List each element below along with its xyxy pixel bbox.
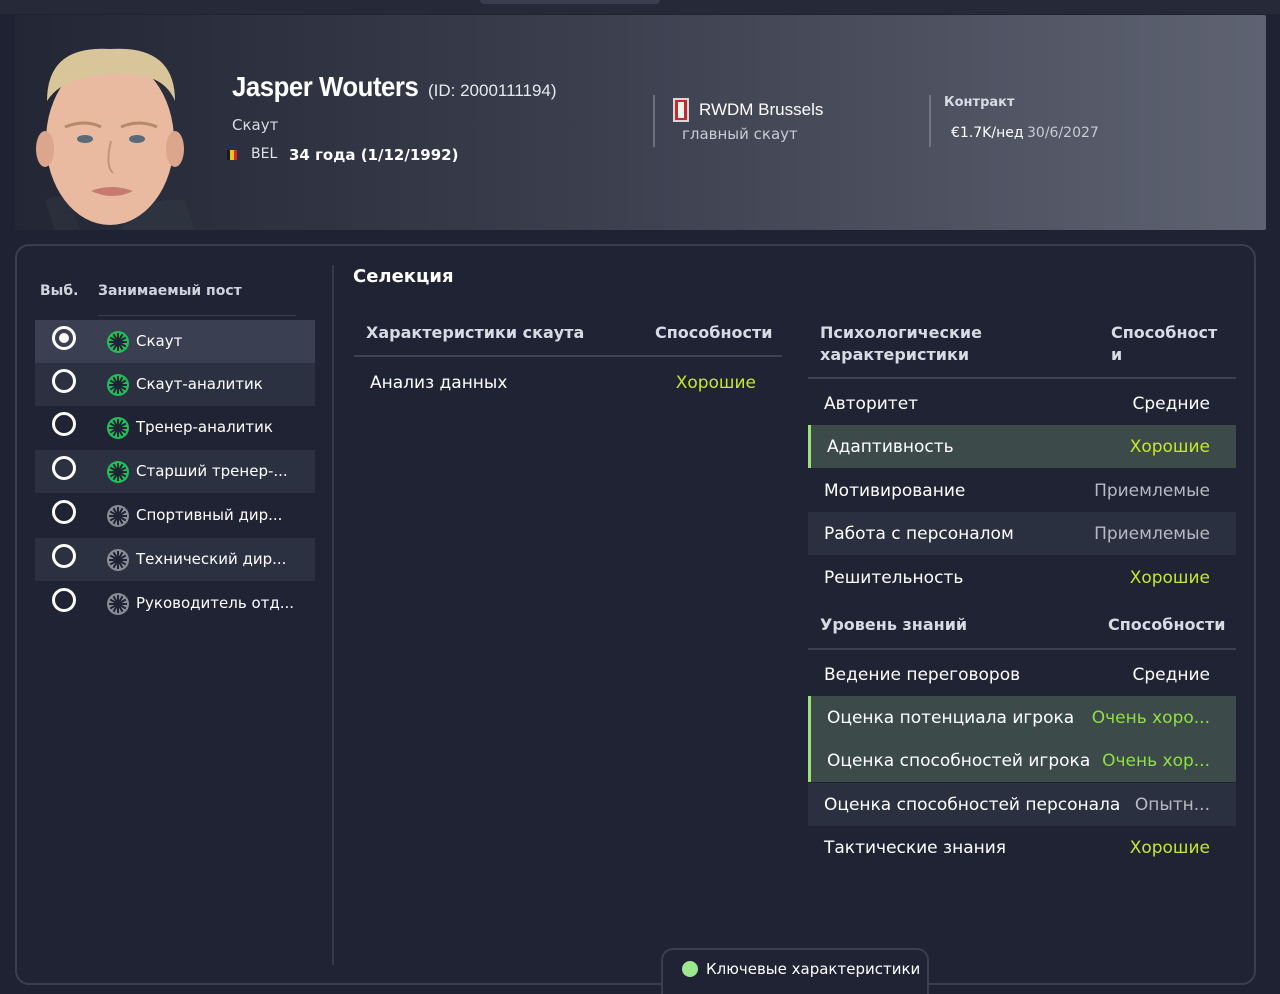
attribute-name: Анализ данных <box>370 373 508 393</box>
attribute-value: Средние <box>1132 665 1211 685</box>
position-row[interactable]: Скаут <box>35 320 315 363</box>
position-row[interactable]: Старший тренер-... <box>35 450 315 493</box>
attribute-row[interactable]: Оценка способностей персонала Опытн... <box>808 783 1236 826</box>
attribute-name: Оценка потенциала игрока <box>827 708 1075 728</box>
key-attributes-label: Ключевые характеристики <box>706 960 921 978</box>
radio-empty-icon[interactable] <box>52 500 76 524</box>
column-underline <box>98 315 296 316</box>
attribute-row[interactable]: Мотивирование Приемлемые <box>808 469 1236 512</box>
attribute-name: Адаптивность <box>827 437 954 457</box>
attribute-value: Очень хоро... <box>1091 708 1210 728</box>
top-strip <box>0 0 1280 14</box>
grey-star-icon <box>107 549 129 571</box>
contract-wage: €1.7K/нед <box>951 125 1024 141</box>
scout-value-header: Способности <box>655 323 773 342</box>
attribute-value: Приемлемые <box>1094 524 1210 544</box>
position-row[interactable]: Скаут-аналитик <box>35 363 315 406</box>
staff-photo <box>36 48 195 230</box>
panel-divider <box>332 265 334 965</box>
radio-empty-icon[interactable] <box>52 456 76 480</box>
attribute-row[interactable]: Работа с персоналом Приемлемые <box>808 512 1236 555</box>
green-star-icon <box>107 461 129 483</box>
header-divider <box>653 95 655 147</box>
position-label: Руководитель отд... <box>136 594 295 612</box>
green-star-icon <box>107 374 129 396</box>
club-role: главный скаут <box>682 125 798 143</box>
staff-name: Jasper Wouters <box>232 71 419 102</box>
position-label: Спортивный дир... <box>136 506 283 524</box>
attribute-row[interactable]: Решительность Хорошие <box>808 556 1236 599</box>
attribute-value: Хорошие <box>1129 568 1210 588</box>
position-label: Технический дир... <box>136 550 287 568</box>
attribute-value: Хорошие <box>1129 437 1210 457</box>
contract-end: 30/6/2027 <box>1027 125 1099 141</box>
attribute-value: Хорошие <box>675 373 756 393</box>
attribute-name: Оценка способностей игрока <box>827 751 1091 771</box>
staff-id: (ID: 2000111194) <box>428 81 557 100</box>
position-label: Старший тренер-... <box>136 462 288 480</box>
attribute-row[interactable]: Авторитет Средние <box>808 382 1236 425</box>
knowledge-attr-header: Уровень знаний <box>820 615 968 634</box>
header-divider <box>929 95 931 147</box>
grey-star-icon <box>107 505 129 527</box>
attribute-name: Работа с персоналом <box>824 524 1014 544</box>
belgium-flag-icon <box>227 150 237 160</box>
scout-attr-header: Характеристики скаута <box>366 323 585 342</box>
attribute-row[interactable]: Оценка потенциала игрока Очень хоро... <box>808 696 1236 739</box>
attribute-row[interactable]: Анализ данных Хорошие <box>354 361 782 404</box>
club-badge-icon <box>673 98 689 122</box>
attribute-name: Авторитет <box>824 394 919 414</box>
column-post: Занимаемый пост <box>98 283 242 299</box>
table-divider <box>354 355 782 357</box>
attribute-value: Хорошие <box>1129 838 1210 858</box>
position-row[interactable]: Технический дир... <box>35 538 315 581</box>
age-dob: 34 года (1/12/1992) <box>289 146 459 164</box>
position-label: Тренер-аналитик <box>136 418 273 436</box>
attribute-row[interactable]: Ведение переговоров Средние <box>808 653 1236 696</box>
key-attributes-tab[interactable]: Ключевые характеристики <box>661 948 929 994</box>
attribute-name: Тактические знания <box>824 838 1007 858</box>
column-select: Выб. <box>40 283 79 299</box>
radio-empty-icon[interactable] <box>52 588 76 612</box>
attribute-name: Ведение переговоров <box>824 665 1021 685</box>
attribute-row[interactable]: Тактические знания Хорошие <box>808 826 1236 869</box>
nationality: BEL <box>251 146 278 162</box>
radio-selected-icon[interactable] <box>52 326 76 350</box>
position-row[interactable]: Спортивный дир... <box>35 494 315 537</box>
radio-empty-icon[interactable] <box>52 369 76 393</box>
staff-header: Jasper Wouters (ID: 2000111194) Скаут BE… <box>15 15 1266 230</box>
grey-star-icon <box>107 593 129 615</box>
position-label: Скаут <box>136 332 183 350</box>
staff-role: Скаут <box>232 116 279 134</box>
position-row[interactable]: Тренер-аналитик <box>35 406 315 449</box>
attribute-name: Решительность <box>824 568 964 588</box>
attribute-row[interactable]: Оценка способностей игрока Очень хор... <box>808 739 1236 782</box>
green-star-icon <box>107 331 129 353</box>
position-label: Скаут-аналитик <box>136 375 263 393</box>
attribute-row[interactable]: Адаптивность Хорошие <box>808 425 1236 468</box>
position-row[interactable]: Руководитель отд... <box>35 582 315 625</box>
green-star-icon <box>107 417 129 439</box>
status-dot-icon <box>682 961 698 977</box>
table-divider <box>808 648 1236 650</box>
knowledge-value-header: Способности <box>1108 615 1226 634</box>
top-tab-hint[interactable] <box>480 0 660 4</box>
attribute-value: Очень хор... <box>1102 751 1210 771</box>
contract-label: Контракт <box>944 95 1015 110</box>
radio-empty-icon[interactable] <box>52 544 76 568</box>
section-title: Селекция <box>353 266 454 287</box>
attribute-name: Оценка способностей персонала <box>824 795 1121 815</box>
attribute-value: Средние <box>1132 394 1211 414</box>
attribute-value: Опытн... <box>1134 795 1210 815</box>
psych-value-header: Способности <box>1111 323 1218 364</box>
table-divider <box>808 377 1236 379</box>
psych-attr-header: Психологические характеристики <box>820 323 982 364</box>
attribute-name: Мотивирование <box>824 481 966 501</box>
club-name[interactable]: RWDM Brussels <box>699 100 823 120</box>
attribute-value: Приемлемые <box>1094 481 1210 501</box>
radio-empty-icon[interactable] <box>52 412 76 436</box>
